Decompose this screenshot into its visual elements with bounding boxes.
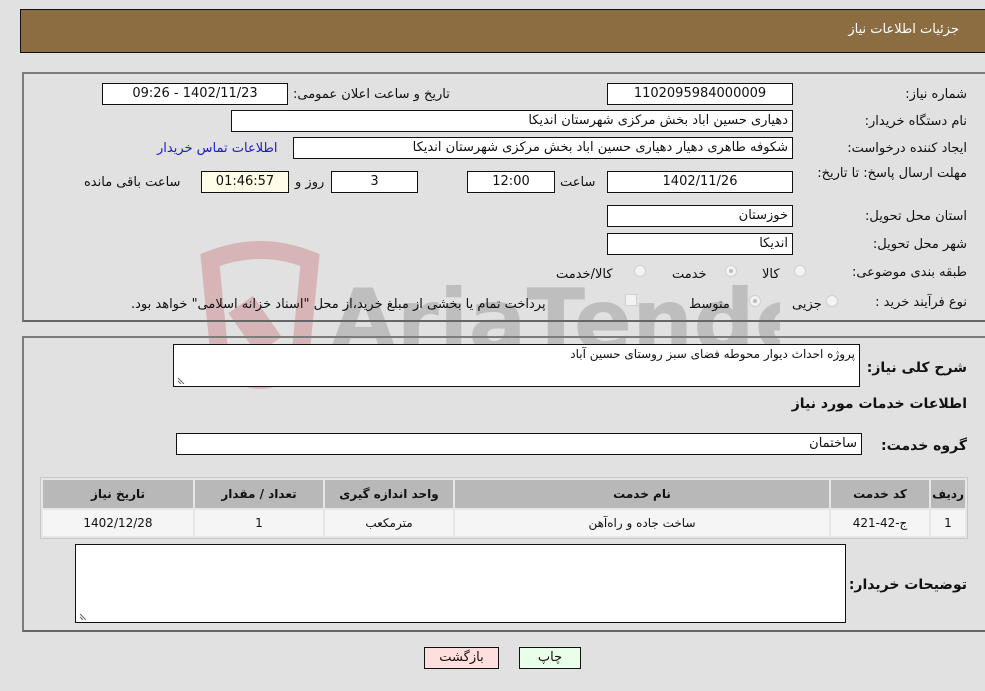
deadline-label: مهلت ارسال پاسخ: تا تاریخ:	[817, 166, 967, 181]
buyer-org-label: نام دستگاه خریدار:	[864, 114, 967, 129]
col-header-service-name: نام خدمت	[455, 480, 829, 508]
purchase-type-label: نوع فرآیند خرید :	[875, 295, 967, 310]
city-label: شهر محل تحویل:	[872, 237, 967, 252]
requester-label: ایجاد کننده درخواست:	[847, 141, 967, 156]
description-textarea[interactable]: پروژه احداث دیوار محوطه فضای سبز روستای …	[173, 344, 860, 387]
province-label: استان محل تحویل:	[865, 209, 967, 224]
description-text: پروژه احداث دیوار محوطه فضای سبز روستای …	[570, 347, 855, 361]
cell-need-date: 1402/12/28	[43, 510, 193, 536]
services-section-title: اطلاعات خدمات مورد نیاز	[791, 396, 967, 412]
category-option-goods-service: کالا/خدمت	[556, 267, 613, 282]
service-group-label: گروه خدمت:	[881, 438, 967, 454]
category-radio-service[interactable]	[725, 265, 737, 277]
purchase-option-medium: متوسط	[689, 297, 730, 312]
city-field: اندیکا	[607, 233, 793, 255]
purchase-radio-medium[interactable]	[749, 295, 761, 307]
col-header-row-number: ردیف	[931, 480, 965, 508]
days-remaining-field: 3	[331, 171, 418, 193]
col-header-quantity: تعداد / مقدار	[195, 480, 323, 508]
print-button[interactable]: چاپ	[519, 647, 581, 669]
deadline-time-field: 12:00	[467, 171, 555, 193]
time-remaining-field: 01:46:57	[201, 171, 289, 193]
buyer-contact-link[interactable]: اطلاعات تماس خریدار	[157, 141, 277, 156]
days-label: روز و	[295, 175, 325, 190]
treasury-bonds-checkbox[interactable]	[625, 294, 637, 306]
category-radio-goods-service[interactable]	[634, 265, 646, 277]
category-label: طبقه بندی موضوعی:	[851, 265, 967, 280]
cell-service-code: ج-42-421	[831, 510, 929, 536]
cell-row-number: 1	[931, 510, 965, 536]
announce-datetime-field: 1402/11/23 - 09:26	[102, 83, 288, 105]
cell-unit: مترمکعب	[325, 510, 453, 536]
col-header-service-code: کد خدمت	[831, 480, 929, 508]
buyer-notes-label: توضیحات خریدار:	[848, 577, 967, 593]
back-button[interactable]: بازگشت	[424, 647, 499, 669]
col-header-need-date: تاریخ نیاز	[43, 480, 193, 508]
category-option-goods: کالا	[762, 267, 780, 282]
deadline-date-field: 1402/11/26	[607, 171, 793, 193]
treasury-bonds-note: پرداخت تمام یا بخشی از مبلغ خرید،از محل …	[131, 297, 546, 312]
services-table: ردیف کد خدمت نام خدمت واحد اندازه گیری ت…	[40, 477, 968, 539]
purchase-option-minor: جزیی	[792, 297, 822, 312]
description-label: شرح کلی نیاز:	[866, 360, 967, 376]
col-header-unit: واحد اندازه گیری	[325, 480, 453, 508]
page-header: جزئیات اطلاعات نیاز	[20, 9, 985, 53]
cell-service-name: ساخت جاده و راه‌آهن	[455, 510, 829, 536]
service-group-field: ساختمان	[176, 433, 862, 455]
requester-field: شکوفه طاهری دهیار دهیاری حسین اباد بخش م…	[293, 137, 793, 159]
table-row: 1 ج-42-421 ساخت جاده و راه‌آهن مترمکعب 1…	[43, 510, 965, 536]
need-number-label: شماره نیاز:	[905, 87, 967, 102]
need-number-field: 1102095984000009	[607, 83, 793, 105]
category-radio-goods[interactable]	[794, 265, 806, 277]
resize-grip-icon[interactable]	[78, 610, 88, 620]
province-field: خوزستان	[607, 205, 793, 227]
time-remaining-label: ساعت باقی مانده	[84, 175, 181, 190]
resize-grip-icon[interactable]	[176, 374, 186, 384]
buyer-org-field: دهیاری حسین اباد بخش مرکزی شهرستان اندیک…	[231, 110, 793, 132]
table-header-row: ردیف کد خدمت نام خدمت واحد اندازه گیری ت…	[43, 480, 965, 508]
cell-quantity: 1	[195, 510, 323, 536]
purchase-radio-minor[interactable]	[826, 295, 838, 307]
announce-datetime-label: تاریخ و ساعت اعلان عمومی:	[293, 87, 450, 102]
category-option-service: خدمت	[672, 267, 707, 282]
deadline-time-label: ساعت	[560, 175, 596, 190]
page-title: جزئیات اطلاعات نیاز	[848, 22, 959, 37]
buyer-notes-textarea[interactable]	[75, 544, 846, 623]
